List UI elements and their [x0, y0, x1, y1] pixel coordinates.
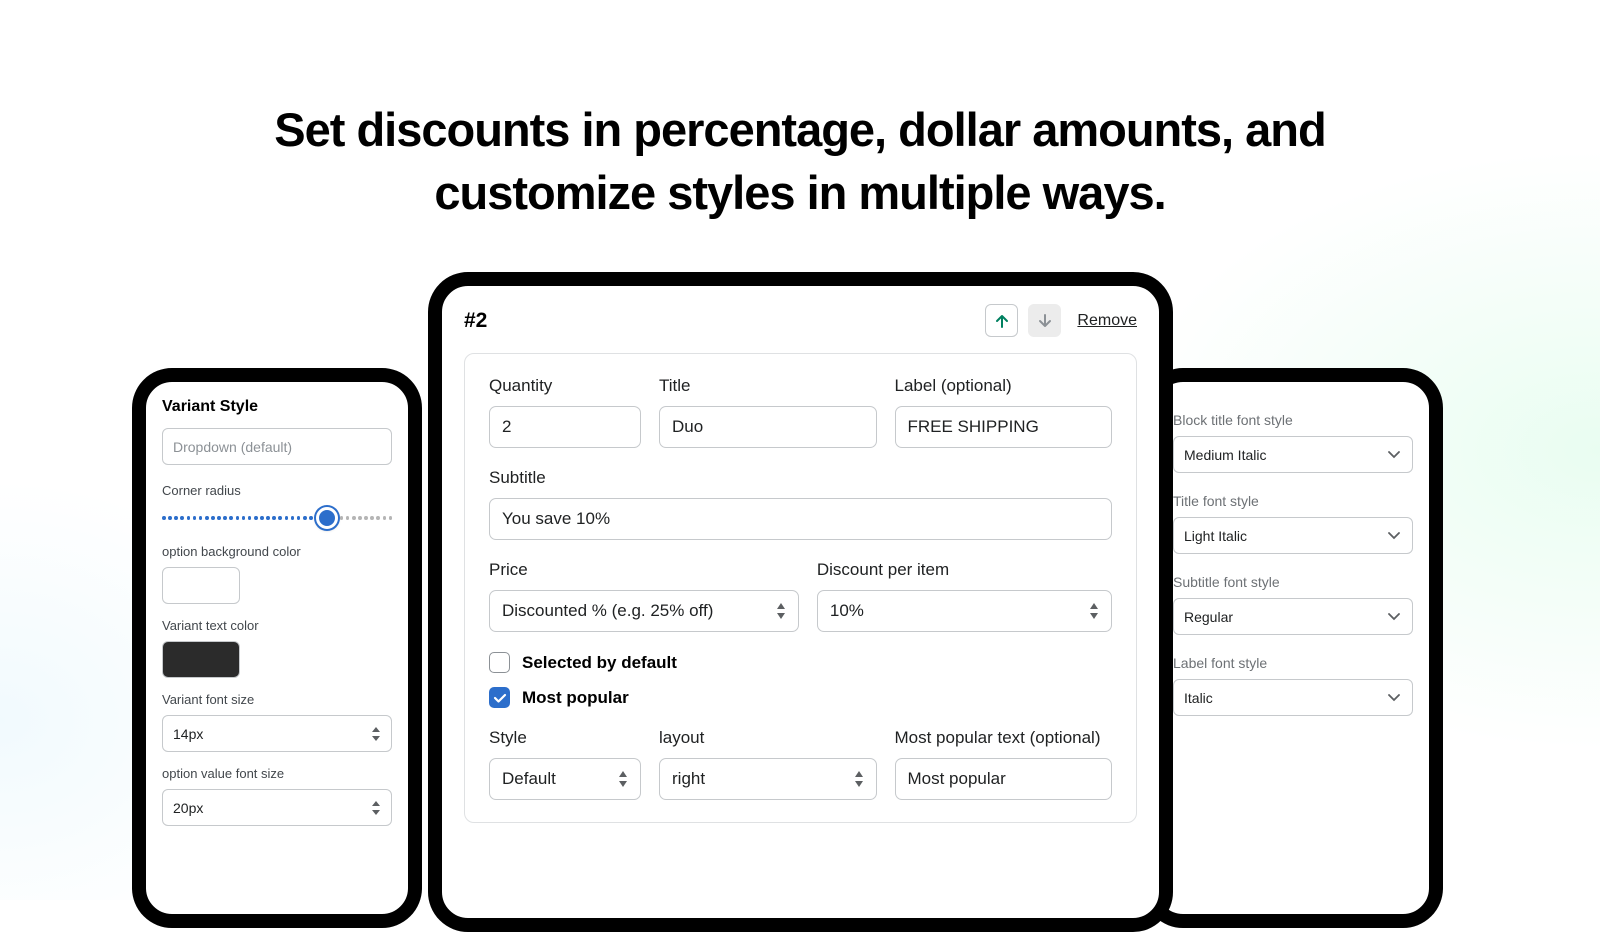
variant-text-color-swatch[interactable] — [162, 641, 240, 678]
label-font-label: Label font style — [1173, 655, 1413, 671]
block-title-font-value: Medium Italic — [1184, 447, 1266, 463]
remove-link[interactable]: Remove — [1077, 312, 1137, 330]
left-tablet: Variant Style Dropdown (default) Corner … — [132, 368, 422, 928]
chevron-down-icon — [1388, 694, 1400, 702]
header-actions: Remove — [985, 304, 1137, 337]
corner-radius-slider[interactable] — [162, 506, 392, 530]
variant-text-color-label: Variant text color — [162, 618, 392, 633]
label-font-value: Italic — [1184, 690, 1213, 706]
layout-value: right — [672, 769, 705, 789]
most-popular-label: Most popular — [522, 688, 629, 708]
hero-title: Set discounts in percentage, dollar amou… — [250, 98, 1350, 225]
variant-style-dropdown[interactable]: Dropdown (default) — [162, 428, 392, 465]
chevron-down-icon — [1388, 532, 1400, 540]
selected-default-row: Selected by default — [489, 652, 1112, 673]
mp-text-label: Most popular text (optional) — [895, 728, 1113, 748]
selected-default-label: Selected by default — [522, 653, 677, 673]
center-header: #2 Remove — [464, 304, 1137, 337]
chevron-down-icon — [1388, 613, 1400, 621]
subtitle-font-value: Regular — [1184, 609, 1233, 625]
discount-label: Discount per item — [817, 560, 1112, 580]
double-caret-icon — [371, 801, 381, 815]
title-font-value: Light Italic — [1184, 528, 1247, 544]
option-bg-color-label: option background color — [162, 544, 392, 559]
block-title-font-dropdown[interactable]: Medium Italic — [1173, 436, 1413, 473]
variant-font-size-value: 14px — [173, 726, 203, 742]
variant-style-heading: Variant Style — [162, 398, 392, 416]
title-input[interactable] — [659, 406, 877, 448]
center-card: Quantity Title Label (optional) Subtitle… — [464, 353, 1137, 823]
variant-style-value: Dropdown (default) — [173, 439, 292, 455]
double-caret-icon — [1089, 603, 1099, 619]
option-value-font-size-value: 20px — [173, 800, 203, 816]
most-popular-row: Most popular — [489, 687, 1112, 708]
option-value-font-size-dropdown[interactable]: 20px — [162, 789, 392, 826]
quantity-label: Quantity — [489, 376, 641, 396]
label-optional-label: Label (optional) — [895, 376, 1113, 396]
subtitle-font-dropdown[interactable]: Regular — [1173, 598, 1413, 635]
slider-thumb[interactable] — [316, 507, 338, 529]
label-font-dropdown[interactable]: Italic — [1173, 679, 1413, 716]
double-caret-icon — [618, 771, 628, 787]
title-font-dropdown[interactable]: Light Italic — [1173, 517, 1413, 554]
arrow-up-icon — [994, 313, 1010, 329]
price-dropdown[interactable]: Discounted % (e.g. 25% off) — [489, 590, 799, 632]
corner-radius-label: Corner radius — [162, 483, 392, 498]
option-value-font-size-label: option value font size — [162, 766, 392, 781]
move-up-button[interactable] — [985, 304, 1018, 337]
center-tablet: #2 Remove Quantity Title Label (optional… — [428, 272, 1173, 932]
title-label: Title — [659, 376, 877, 396]
subtitle-font-label: Subtitle font style — [1173, 574, 1413, 590]
selected-default-checkbox[interactable] — [489, 652, 510, 673]
layout-dropdown[interactable]: right — [659, 758, 877, 800]
option-bg-color-swatch[interactable] — [162, 567, 240, 604]
label-input[interactable] — [895, 406, 1113, 448]
layout-label: layout — [659, 728, 877, 748]
mp-text-input[interactable] — [895, 758, 1113, 800]
double-caret-icon — [371, 727, 381, 741]
check-icon — [493, 691, 507, 705]
block-title-font-label: Block title font style — [1173, 412, 1413, 428]
double-caret-icon — [854, 771, 864, 787]
arrow-down-icon — [1037, 313, 1053, 329]
discount-value: 10% — [830, 601, 864, 621]
title-font-label: Title font style — [1173, 493, 1413, 509]
variant-font-size-label: Variant font size — [162, 692, 392, 707]
price-label: Price — [489, 560, 799, 580]
style-value: Default — [502, 769, 556, 789]
variant-font-size-dropdown[interactable]: 14px — [162, 715, 392, 752]
discount-dropdown[interactable]: 10% — [817, 590, 1112, 632]
double-caret-icon — [776, 603, 786, 619]
most-popular-checkbox[interactable] — [489, 687, 510, 708]
subtitle-input[interactable] — [489, 498, 1112, 540]
item-number: #2 — [464, 309, 487, 333]
style-label: Style — [489, 728, 641, 748]
quantity-input[interactable] — [489, 406, 641, 448]
style-dropdown[interactable]: Default — [489, 758, 641, 800]
slider-dots — [162, 516, 392, 520]
right-tablet: Block title font style Medium Italic Tit… — [1143, 368, 1443, 928]
chevron-down-icon — [1388, 451, 1400, 459]
price-value: Discounted % (e.g. 25% off) — [502, 601, 713, 621]
move-down-button[interactable] — [1028, 304, 1061, 337]
subtitle-label: Subtitle — [489, 468, 1112, 488]
